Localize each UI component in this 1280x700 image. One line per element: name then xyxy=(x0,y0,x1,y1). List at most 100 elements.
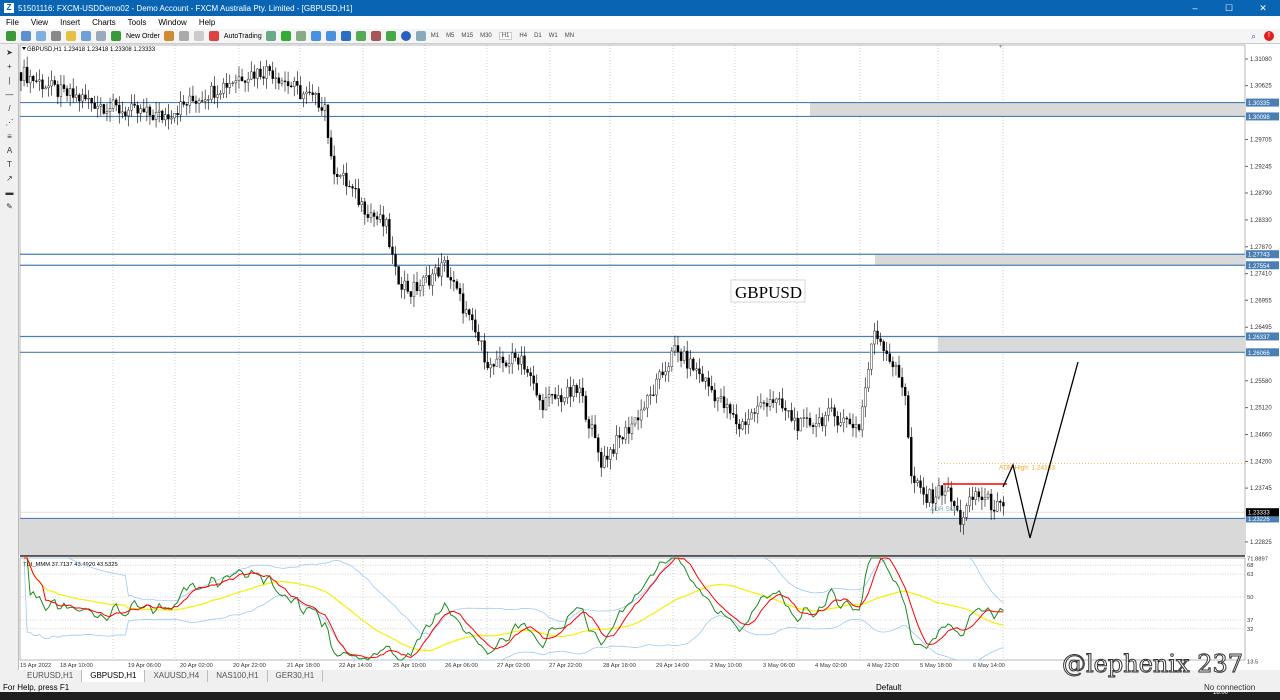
candle-body xyxy=(154,112,158,120)
menu-charts[interactable]: Charts xyxy=(92,18,116,27)
tab-xauusd[interactable]: XAUUSD,H4 xyxy=(145,670,209,682)
terminal-icon[interactable] xyxy=(81,31,91,41)
tab-ger30[interactable]: GER30,H1 xyxy=(268,670,324,682)
tf-m15[interactable]: M15 xyxy=(461,33,473,39)
close-button[interactable]: ✕ xyxy=(1246,0,1280,16)
candle-body xyxy=(65,88,69,96)
candle-body xyxy=(759,402,763,407)
tf-m30[interactable]: M30 xyxy=(480,33,492,39)
tab-nas100[interactable]: NAS100,H1 xyxy=(208,670,268,682)
indicator-tick-label: 63 xyxy=(1247,572,1253,578)
menu-insert[interactable]: Insert xyxy=(60,18,80,27)
minimize-button[interactable]: – xyxy=(1178,0,1212,16)
crosshair-icon[interactable] xyxy=(51,31,61,41)
candle-body xyxy=(959,509,962,525)
candle-body xyxy=(486,361,489,369)
rectangle-icon[interactable]: ▬ xyxy=(5,188,14,197)
candle-body xyxy=(882,341,885,351)
tf-w1[interactable]: W1 xyxy=(549,33,558,39)
text-icon[interactable]: A xyxy=(5,146,14,155)
candle-body xyxy=(268,66,271,71)
menu-window[interactable]: Window xyxy=(158,18,186,27)
tester-icon[interactable] xyxy=(96,31,106,41)
symbol-label: GBPUSD xyxy=(735,283,802,302)
tile-windows-icon[interactable] xyxy=(340,31,351,41)
channel-icon[interactable]: ≡ xyxy=(5,132,14,141)
candle-body xyxy=(68,88,72,96)
candle-body xyxy=(237,76,241,81)
search-icon[interactable]: ⌕ xyxy=(1251,31,1256,42)
tf-m1[interactable]: M1 xyxy=(431,33,439,39)
candle-body xyxy=(977,491,981,498)
maximize-button[interactable]: ☐ xyxy=(1212,0,1246,16)
tf-d1[interactable]: D1 xyxy=(534,33,542,39)
price-chart[interactable]: 1.30335 1.30098 1.27743 1.27554 1.26337 1.260… xyxy=(19,44,1280,670)
candle-body xyxy=(400,284,403,290)
navigator-icon[interactable] xyxy=(66,31,76,41)
tf-h1[interactable]: H1 xyxy=(498,32,513,40)
tab-eurusd[interactable]: EURUSD,H1 xyxy=(19,670,83,682)
horizontal-line-icon[interactable]: — xyxy=(5,90,14,99)
new-chart-icon[interactable] xyxy=(6,31,16,41)
periods-icon[interactable] xyxy=(400,31,411,41)
tf-mn[interactable]: MN xyxy=(565,33,574,39)
tf-m5[interactable]: M5 xyxy=(446,33,454,39)
bar-chart-icon[interactable] xyxy=(265,31,276,41)
candle-body xyxy=(593,424,597,438)
candle-body xyxy=(946,487,950,492)
candle-body xyxy=(756,405,759,414)
candle-body xyxy=(388,219,391,248)
line-chart-icon[interactable] xyxy=(295,31,306,41)
time-label: 19 Apr 06:00 xyxy=(128,663,161,669)
crosshair-tool-icon[interactable]: + xyxy=(5,62,14,71)
text-label-icon[interactable]: T xyxy=(5,160,14,169)
candle-body xyxy=(458,288,462,294)
candle-body xyxy=(250,71,253,80)
chart-shift-icon[interactable] xyxy=(355,31,366,41)
time-label: 2 May 10:00 xyxy=(710,663,742,669)
tf-h4[interactable]: H4 xyxy=(519,33,527,39)
menu-file[interactable]: File xyxy=(6,18,19,27)
menu-view[interactable]: View xyxy=(31,18,48,27)
candle-body xyxy=(342,172,345,176)
time-label: 28 Apr 18:00 xyxy=(603,663,636,669)
autoscroll-icon[interactable] xyxy=(370,31,381,41)
arrow-icon[interactable]: ↗ xyxy=(5,174,14,183)
cursor-icon[interactable]: ➤ xyxy=(5,48,14,57)
candle-body xyxy=(354,188,357,190)
candle-body xyxy=(517,357,520,365)
fibonacci-fan-icon[interactable]: ⋰ xyxy=(5,118,14,127)
menu-help[interactable]: Help xyxy=(199,18,215,27)
candle-body xyxy=(369,212,373,218)
more-tools-icon[interactable]: ✎ xyxy=(5,202,14,211)
vertical-line-icon[interactable]: | xyxy=(5,76,14,85)
new-order-button[interactable]: New Order xyxy=(111,31,160,42)
metaeditor-icon[interactable] xyxy=(163,31,174,41)
trendline-icon[interactable]: / xyxy=(5,104,14,113)
autotrading-button[interactable]: AutoTrading xyxy=(208,31,262,42)
signals-icon[interactable] xyxy=(178,31,189,41)
candle-body xyxy=(713,389,717,402)
time-label: 22 Apr 14:00 xyxy=(339,663,372,669)
candle-body xyxy=(185,104,188,106)
zoom-in-icon[interactable] xyxy=(310,31,321,41)
candle-body xyxy=(842,417,845,423)
zoom-out-icon[interactable] xyxy=(325,31,336,41)
profiles-icon[interactable] xyxy=(21,31,31,41)
candle-body xyxy=(108,108,112,112)
candle-body xyxy=(124,111,127,117)
candle-body xyxy=(965,505,968,518)
candle-body xyxy=(974,491,977,500)
templates-icon[interactable] xyxy=(415,31,426,41)
tab-gbpusd[interactable]: GBPUSD,H1 xyxy=(82,670,146,682)
price-tick-label: 1.28330 xyxy=(1250,218,1272,224)
candle-body xyxy=(940,485,944,496)
notification-icon[interactable]: ! xyxy=(1264,31,1274,41)
indicators-icon[interactable] xyxy=(385,31,396,41)
options-icon[interactable] xyxy=(193,31,204,41)
menu-tools[interactable]: Tools xyxy=(128,18,147,27)
candlestick-icon[interactable] xyxy=(280,31,291,41)
market-watch-icon[interactable] xyxy=(36,31,46,41)
time-label: 4 May 02:00 xyxy=(815,663,847,669)
candle-body xyxy=(728,404,732,414)
